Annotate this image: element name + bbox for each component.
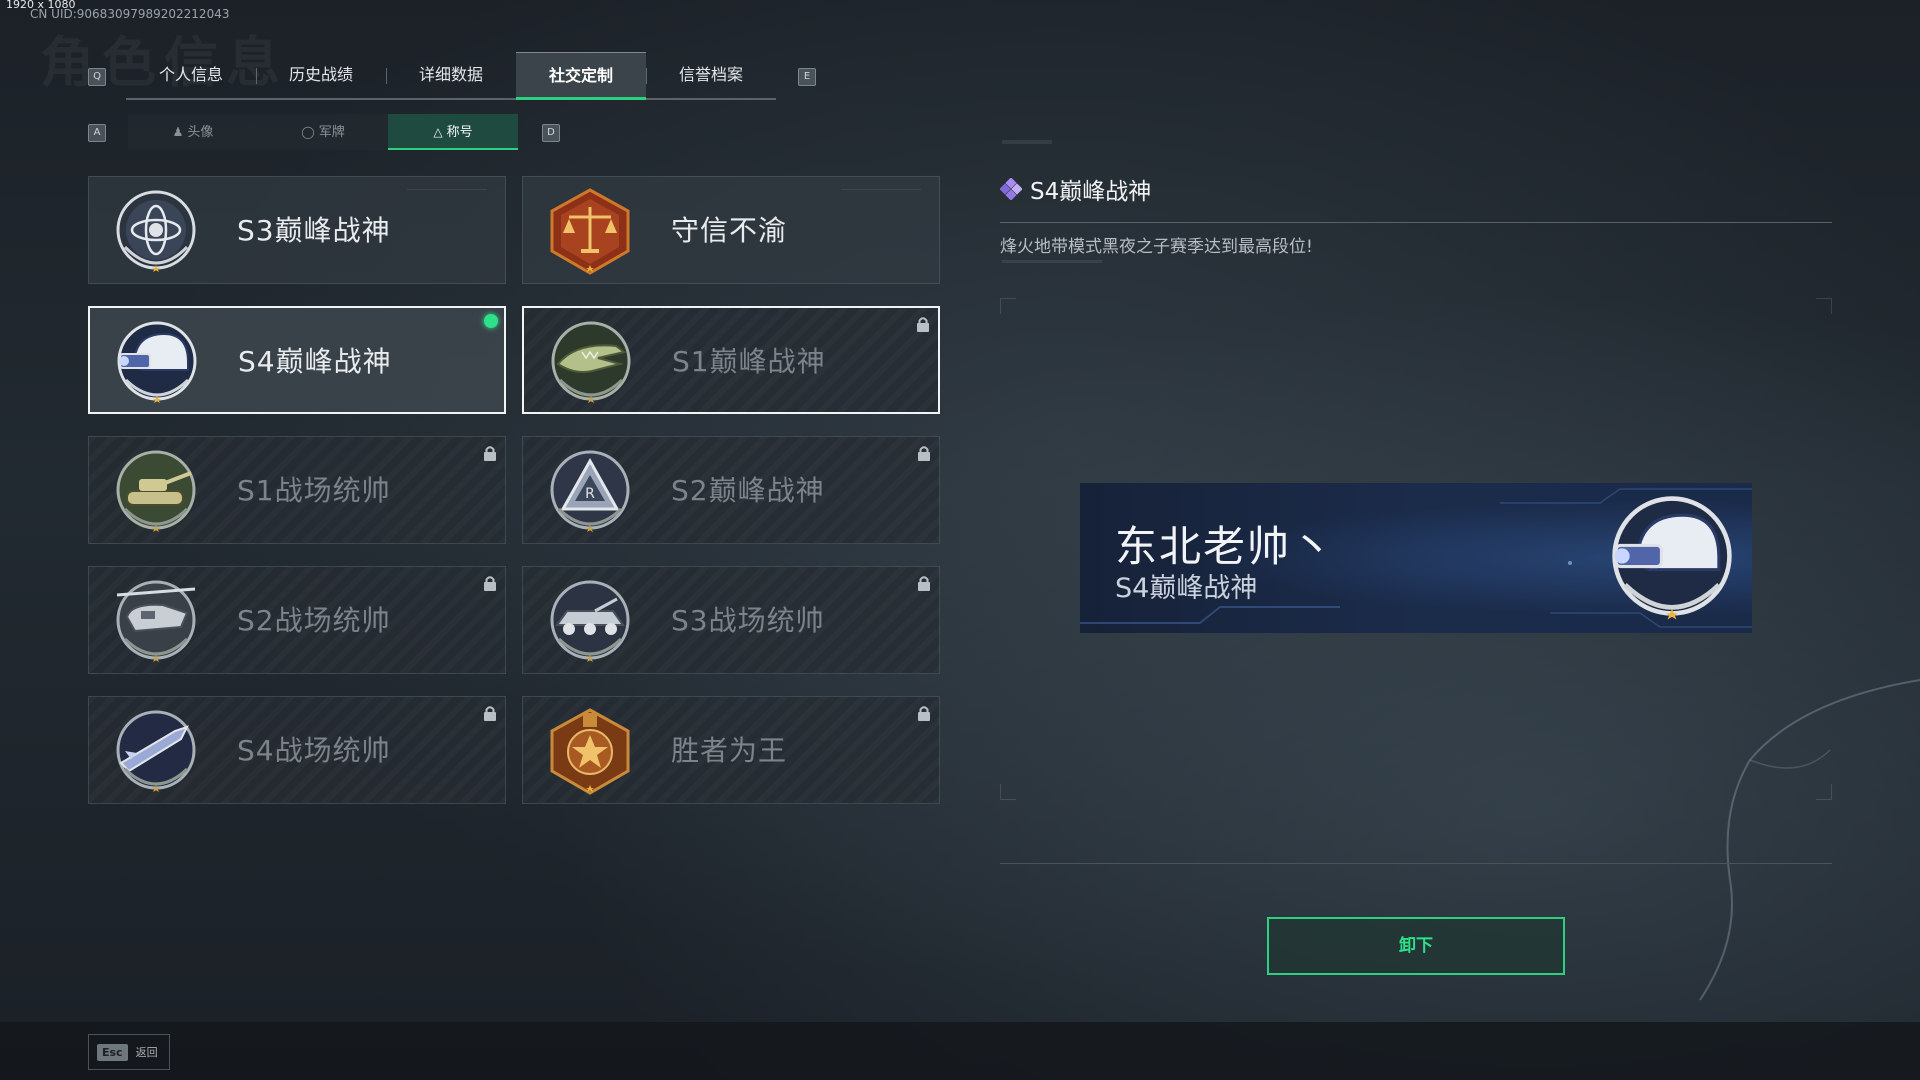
title-name: S4战场统帅 [237,734,391,767]
prev-tab-key[interactable]: Q [88,68,106,86]
title-name: S2战场统帅 [237,604,391,637]
title-card-locked[interactable]: S3战场统帅 [522,566,940,674]
prev-subtab-key[interactable]: A [88,124,106,142]
preview-title-name: S4巅峰战神 [1115,573,1258,604]
footer-bar [0,1022,1920,1080]
lock-icon [918,446,930,461]
svg-text:R: R [585,486,595,502]
sub-tab-bar: ♟ 头像 ◯ 军牌 △ 称号 [128,114,518,150]
detail-description: 烽火地带模式黑夜之子赛季达到最高段位! [1000,237,1313,257]
title-name: 守信不渝 [671,214,788,247]
divider [1000,863,1832,864]
armored-vehicle-badge-icon [550,580,630,662]
description-decoration [1002,260,1102,263]
medal-badge-icon [550,708,630,795]
scales-badge-icon [550,188,630,275]
frame-corner [1000,784,1016,800]
title-name: S3巅峰战神 [237,214,391,247]
missile-badge-icon [116,710,196,792]
nightvision-helmet-badge-icon [1612,496,1732,620]
divider [1000,222,1832,223]
title-grid: S3巅峰战神 守信不渝 S4巅峰战神 S1巅峰战神 S1战场统帅 R S2巅峰战… [88,176,940,804]
armillary-badge-icon [116,190,196,272]
tab-social-custom[interactable]: 社交定制 [516,52,646,100]
tab-credit-record[interactable]: 信誉档案 [646,52,776,98]
next-tab-key[interactable]: E [798,68,816,86]
lock-icon [917,317,929,332]
tab-detailed-data[interactable]: 详细数据 [386,52,516,98]
crocodile-badge-icon [551,321,631,403]
subtab-dogtag-label: 军牌 [318,125,345,140]
back-label: 返回 [135,1046,158,1059]
pyramid-badge-icon: R [550,450,630,532]
detail-title: S4巅峰战神 [1000,172,1151,206]
subtab-title[interactable]: △ 称号 [388,114,518,150]
unequip-button[interactable]: 卸下 [1267,917,1565,975]
card-decoration [841,189,921,190]
preview-player-name: 东北老帅丶 [1115,522,1336,571]
title-name: S2巅峰战神 [671,474,825,507]
next-subtab-key[interactable]: D [542,124,560,142]
lock-icon [484,446,496,461]
title-name: S1战场统帅 [237,474,391,507]
title-card-locked[interactable]: S4战场统帅 [88,696,506,804]
title-card-locked[interactable]: S1战场统帅 [88,436,506,544]
title-name: S3战场统帅 [671,604,825,637]
subtab-avatar-label: 头像 [187,125,214,140]
person-icon: ♟ [172,125,184,139]
frame-corner [1000,298,1016,314]
subtab-title-label: 称号 [446,125,473,140]
subtab-dogtag[interactable]: ◯ 军牌 [258,114,388,150]
title-name: S1巅峰战神 [672,345,826,378]
subtab-avatar[interactable]: ♟ 头像 [128,114,258,150]
title-card[interactable]: 守信不渝 [522,176,940,284]
esc-key: Esc [97,1043,128,1061]
detail-decoration [1002,140,1052,144]
title-preview-banner: 东北老帅丶 S4巅峰战神 [1080,483,1752,633]
equipped-indicator [484,314,498,328]
title-card[interactable]: S3巅峰战神 [88,176,506,284]
detail-title-text: S4巅峰战神 [1030,179,1152,205]
lock-icon [484,706,496,721]
diamond-icon [1000,178,1022,200]
tab-personal-info[interactable]: 个人信息 [126,52,256,98]
helicopter-badge-icon [116,580,196,662]
title-name: S4巅峰战神 [238,345,392,378]
title-icon: △ [433,125,443,139]
title-card-locked[interactable]: 胜者为王 [522,696,940,804]
lock-icon [484,576,496,591]
lock-icon [918,576,930,591]
back-button[interactable]: Esc 返回 [88,1034,170,1070]
tank-badge-icon [116,450,196,532]
card-decoration [407,189,487,190]
main-tab-bar: 个人信息 历史战绩 详细数据 社交定制 信誉档案 [126,52,776,100]
title-card-equipped[interactable]: S4巅峰战神 [88,306,506,414]
title-card-locked[interactable]: S2战场统帅 [88,566,506,674]
dogtag-icon: ◯ [301,125,315,139]
title-card-locked[interactable]: S1巅峰战神 [522,306,940,414]
lock-icon [918,706,930,721]
title-card-locked[interactable]: R S2巅峰战神 [522,436,940,544]
title-name: 胜者为王 [671,734,788,767]
frame-corner [1816,298,1832,314]
nightvision-helmet-badge-icon [117,321,197,403]
tab-history[interactable]: 历史战绩 [256,52,386,98]
